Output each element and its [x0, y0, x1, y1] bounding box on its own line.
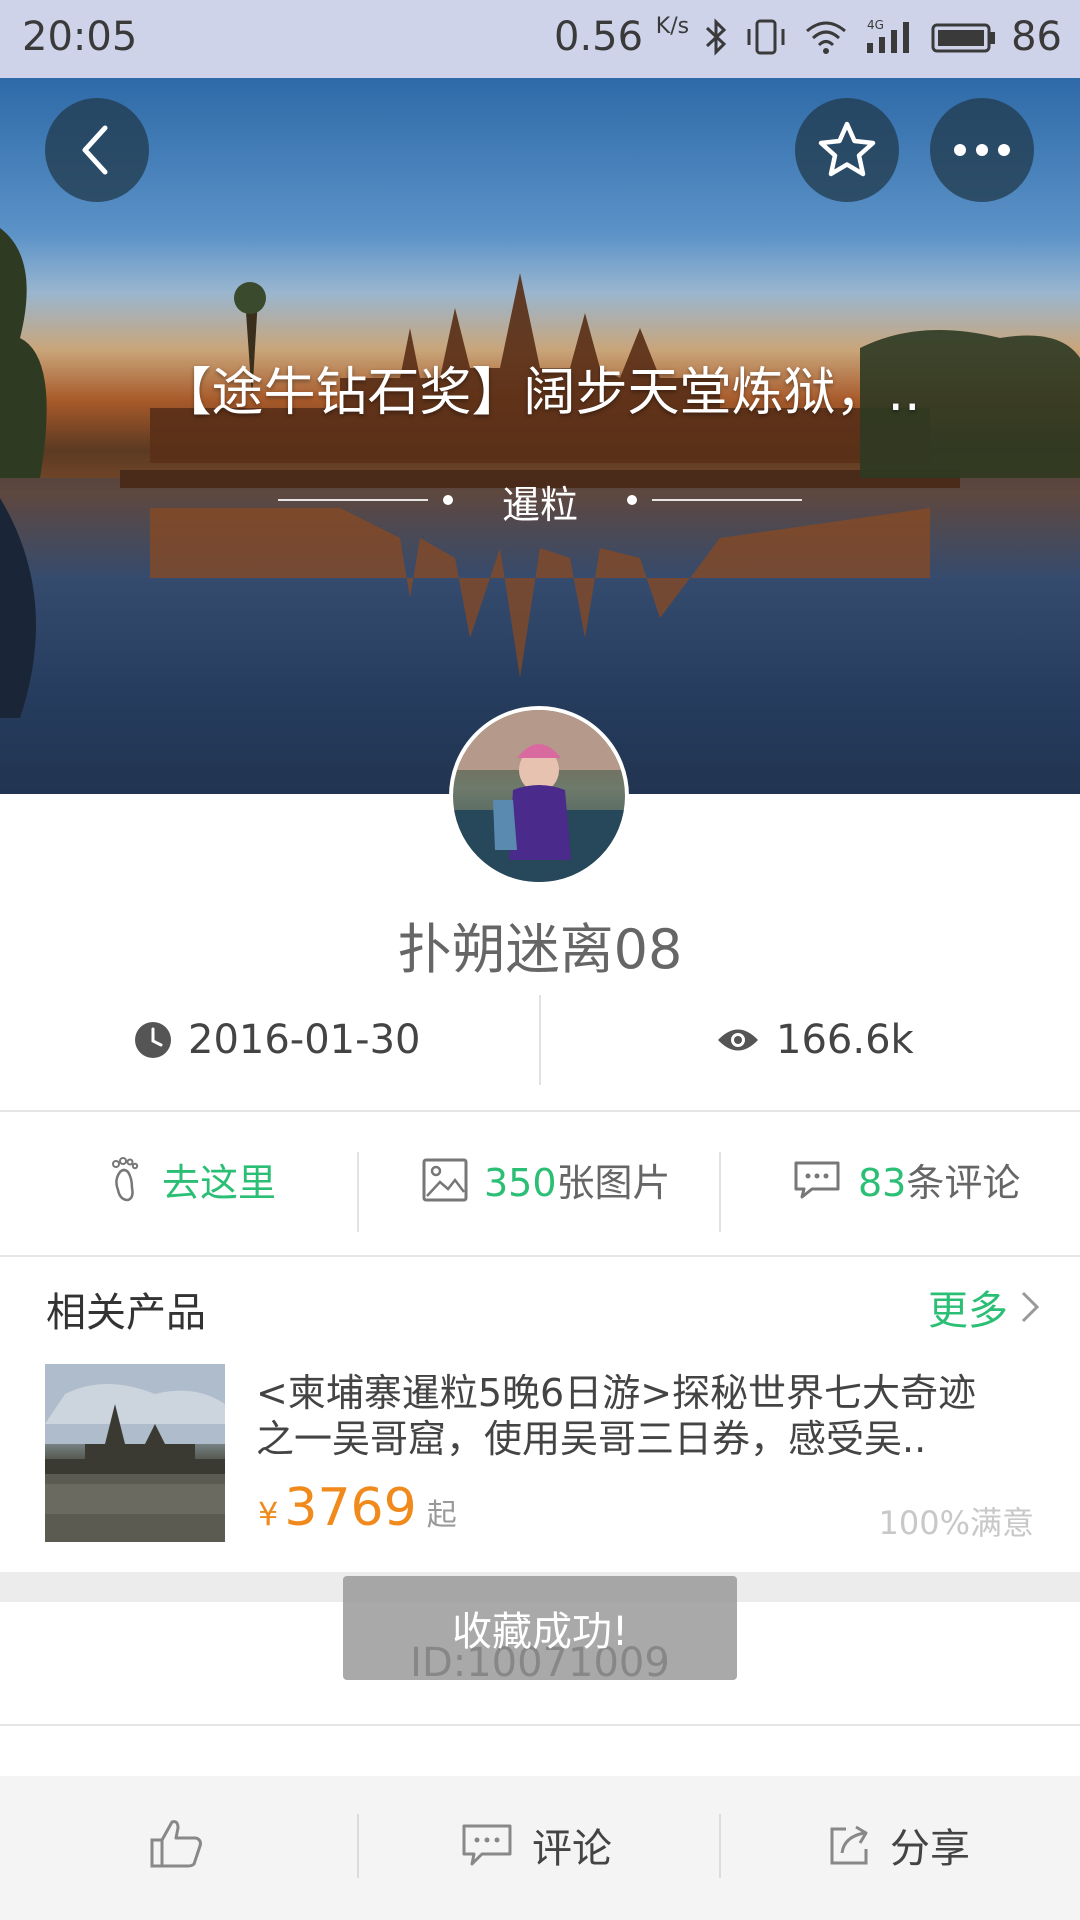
comments-count: 83	[858, 1161, 907, 1205]
bluetooth-icon	[706, 18, 727, 56]
publish-date-text: 2016-01-30	[188, 1017, 421, 1063]
product-price: ¥ 3769 起	[258, 1478, 457, 1538]
status-bar: 20:05 0.56 K/s 4G 86	[0, 0, 1080, 78]
go-here-button[interactable]: 去这里	[106, 1152, 276, 1207]
location-dot-right	[627, 495, 637, 505]
action-divider-1	[357, 1152, 359, 1232]
product-title[interactable]: <柬埔寨暹粒5晚6日游>探秘世界七大奇迹 之一吴哥窟，使用吴哥三日券，感受吴..	[256, 1370, 1036, 1462]
product-thumbnail[interactable]	[45, 1364, 225, 1542]
vibrate-icon	[747, 19, 785, 55]
status-time: 20:05	[22, 14, 138, 60]
hero-banner: 【途牛钻石奖】阔步天堂炼狱，.. 暹粒	[0, 78, 1080, 794]
location-label: 暹粒	[501, 483, 578, 527]
product-image	[45, 1364, 225, 1542]
image-icon	[422, 1158, 468, 1201]
like-button[interactable]	[148, 1816, 204, 1870]
thumbs-up-icon	[150, 1820, 202, 1868]
battery-icon	[931, 23, 996, 53]
actions-row: 去这里 350张图片 83条评论	[0, 1112, 1080, 1256]
location-line-right	[652, 499, 802, 501]
chevron-right-icon	[1021, 1291, 1040, 1323]
signal-4g-icon: 4G	[867, 18, 910, 53]
comment-button-label: 评论	[532, 1826, 612, 1872]
product-title-line2: 之一吴哥窟，使用吴哥三日券，感受吴..	[256, 1417, 927, 1461]
comments-label: 83条评论	[858, 1152, 1020, 1207]
bottom-action-bar: 评论 分享	[0, 1776, 1080, 1920]
share-button[interactable]: 分享	[828, 1816, 970, 1874]
eye-icon	[718, 1029, 758, 1051]
related-products-title: 相关产品	[46, 1290, 206, 1336]
view-count: 166.6k	[716, 1017, 914, 1063]
more-link[interactable]: 更多	[928, 1278, 1040, 1336]
back-icon	[82, 125, 108, 175]
price-currency: ¥	[258, 1495, 279, 1533]
favorite-button[interactable]	[795, 98, 899, 202]
back-button[interactable]	[45, 98, 149, 202]
clock-icon	[135, 1022, 171, 1058]
article-title: 【途牛钻石奖】阔步天堂炼狱，..	[159, 363, 921, 423]
wifi-icon	[806, 21, 847, 54]
comment-button[interactable]: 评论	[460, 1816, 612, 1874]
comment-bubble-icon	[794, 1161, 840, 1198]
net-speed: 0.56 K/s	[554, 14, 689, 60]
star-icon	[818, 121, 876, 177]
more-options-button[interactable]	[930, 98, 1034, 202]
publish-date: 2016-01-30	[134, 1017, 420, 1063]
product-title-line1: <柬埔寨暹粒5晚6日游>探秘世界七大奇迹	[256, 1371, 977, 1415]
hero-image	[0, 228, 1080, 794]
photos-label: 350张图片	[484, 1152, 671, 1207]
avatar-image	[453, 710, 625, 882]
meta-divider	[539, 995, 541, 1085]
satisfaction-rate: 100%满意	[878, 1504, 1035, 1542]
bottom-divider-2	[719, 1814, 721, 1878]
share-button-label: 分享	[890, 1826, 970, 1872]
comment-icon	[462, 1824, 512, 1866]
battery-level: 86	[1011, 14, 1062, 60]
author-name[interactable]: 扑朔迷离08	[0, 905, 1080, 984]
net-speed-unit: K/s	[655, 14, 690, 39]
photos-suffix: 张图片	[556, 1161, 671, 1205]
more-label: 更多	[928, 1288, 1008, 1334]
comments-button[interactable]: 83条评论	[792, 1152, 1020, 1207]
divider-3	[0, 1724, 1080, 1726]
price-amount: 3769	[284, 1478, 417, 1538]
svg-text:4G: 4G	[867, 18, 884, 32]
go-here-label: 去这里	[162, 1161, 277, 1205]
footprint-icon	[112, 1156, 139, 1201]
comments-suffix: 条评论	[906, 1161, 1021, 1205]
share-icon	[830, 1825, 868, 1865]
status-icons: 0.56 K/s 4G 86	[554, 14, 1062, 60]
action-divider-2	[719, 1152, 721, 1232]
price-suffix: 起	[426, 1498, 457, 1533]
net-speed-value: 0.56	[554, 14, 644, 60]
photos-count: 350	[484, 1161, 557, 1205]
bottom-divider-1	[357, 1814, 359, 1878]
toast-message: 收藏成功!	[343, 1576, 737, 1680]
meta-row: 2016-01-30 166.6k	[0, 995, 1080, 1085]
author-avatar[interactable]	[449, 706, 629, 886]
photos-button[interactable]: 350张图片	[422, 1152, 671, 1207]
view-count-text: 166.6k	[776, 1017, 914, 1063]
more-icon	[954, 144, 1010, 156]
divider-2	[0, 1255, 1080, 1257]
